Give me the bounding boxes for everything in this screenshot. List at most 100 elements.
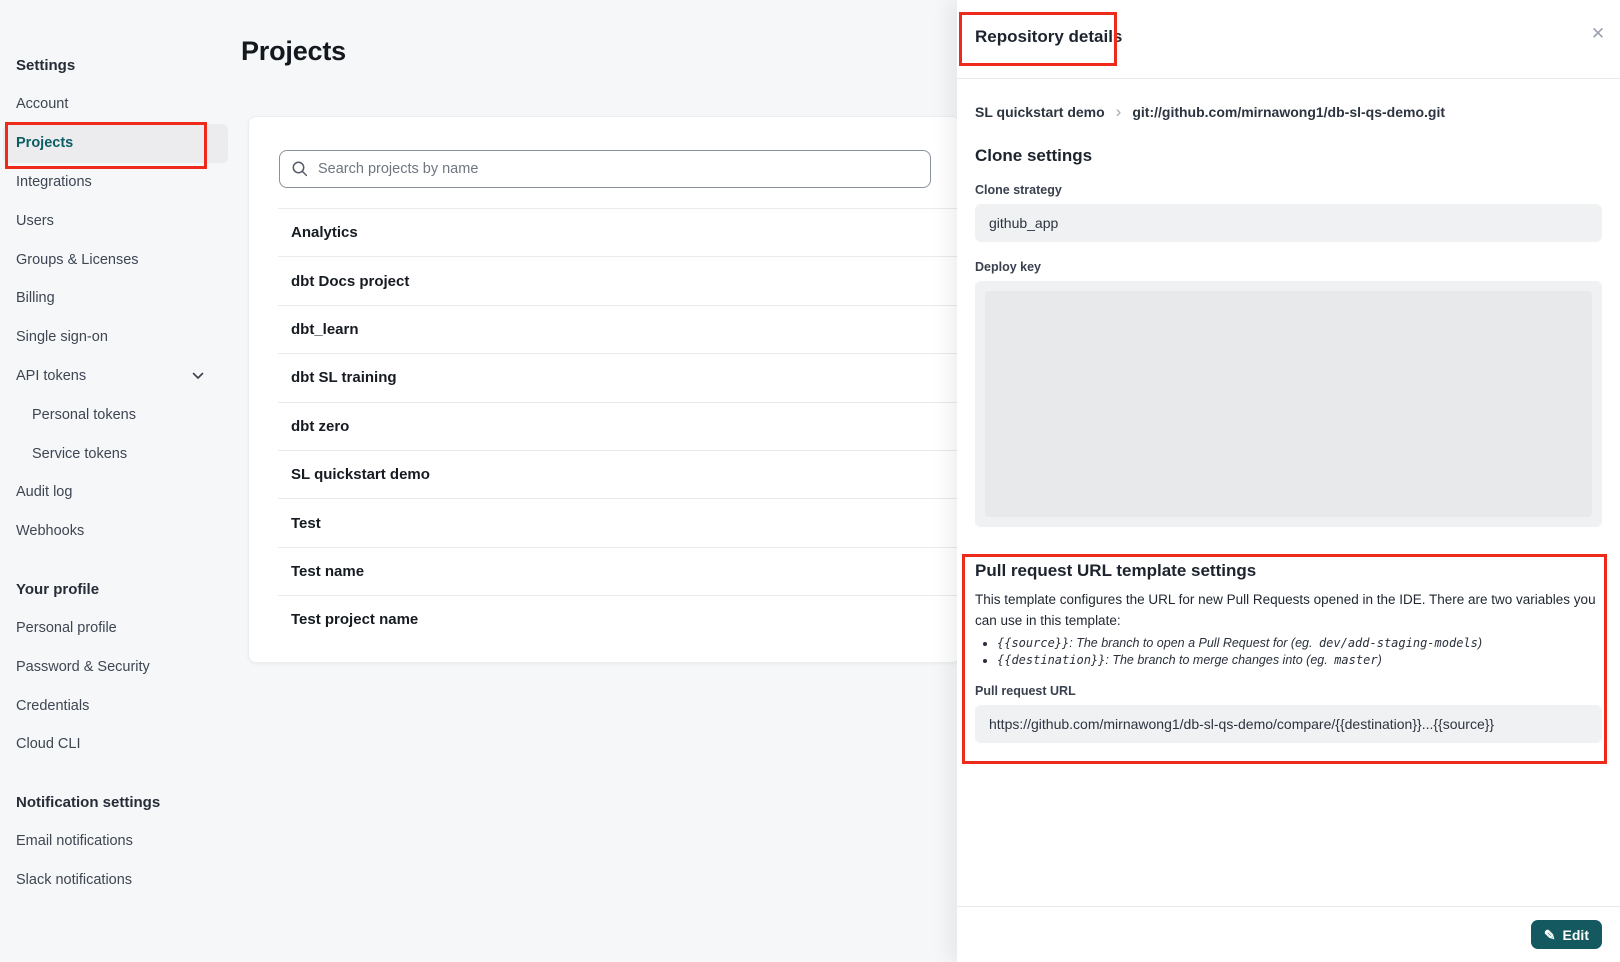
sidebar-item-label: Billing bbox=[16, 290, 55, 306]
sidebar-item-groups-licenses[interactable]: Groups & Licenses bbox=[0, 240, 236, 279]
sidebar-item-credentials[interactable]: Credentials bbox=[0, 686, 236, 725]
pr-url-label: Pull request URL bbox=[975, 684, 1602, 698]
chevron-down-icon bbox=[191, 369, 205, 383]
app-root: Settings Account Projects Integrations User… bbox=[0, 0, 1620, 962]
sidebar-item-personal-profile[interactable]: Personal profile bbox=[0, 609, 236, 648]
sidebar-item-integrations[interactable]: Integrations bbox=[0, 163, 236, 202]
sidebar-section-title-settings: Settings bbox=[0, 46, 236, 85]
deploy-key-field[interactable] bbox=[975, 281, 1602, 527]
project-row-dbt-learn[interactable]: dbt_learn bbox=[278, 305, 959, 353]
sidebar-item-label: Webhooks bbox=[16, 523, 84, 539]
sidebar-item-label: Integrations bbox=[16, 174, 92, 190]
sidebar-item-audit-log[interactable]: Audit log bbox=[0, 473, 236, 512]
panel-header: Repository details ✕ bbox=[957, 0, 1620, 79]
sidebar-item-password-security[interactable]: Password & Security bbox=[0, 647, 236, 686]
pr-variable-text: : The branch to open a Pull Request for … bbox=[1069, 636, 1316, 650]
sidebar-item-label: Service tokens bbox=[32, 446, 127, 462]
pr-variable-example: dev/add-staging-models bbox=[1319, 636, 1478, 650]
breadcrumb-repo-url: git://github.com/mirnawong1/db-sl-qs-dem… bbox=[1132, 104, 1445, 120]
sidebar-item-label: Projects bbox=[16, 135, 73, 151]
pr-template-description: This template configures the URL for new… bbox=[975, 589, 1602, 631]
project-row-test-name[interactable]: Test name bbox=[278, 547, 959, 595]
sidebar-item-label: Slack notifications bbox=[16, 872, 132, 888]
pr-variable-suffix: ) bbox=[1478, 636, 1482, 650]
sidebar-item-api-tokens[interactable]: API tokens bbox=[0, 357, 236, 396]
pencil-icon: ✎ bbox=[1544, 928, 1556, 942]
deploy-key-masked-content bbox=[985, 291, 1592, 517]
sidebar-nav: Account Projects Integrations Users Groups &… bbox=[0, 85, 236, 551]
sidebar-item-single-sign-on[interactable]: Single sign-on bbox=[0, 318, 236, 357]
sidebar-item-label: Cloud CLI bbox=[16, 736, 80, 752]
project-name: Test bbox=[291, 515, 321, 532]
pr-variable-code: {{destination}} bbox=[997, 653, 1105, 667]
project-name: dbt Docs project bbox=[291, 273, 409, 290]
sidebar-item-account[interactable]: Account bbox=[0, 85, 236, 124]
deploy-key-label: Deploy key bbox=[975, 260, 1602, 274]
panel-body: SL quickstart demo › git://github.com/mi… bbox=[957, 103, 1620, 743]
close-icon[interactable]: ✕ bbox=[1584, 20, 1612, 48]
sidebar-item-billing[interactable]: Billing bbox=[0, 279, 236, 318]
page-title: Projects bbox=[241, 36, 346, 67]
project-name: Test name bbox=[291, 563, 364, 580]
sidebar-section-title-notification-settings: Notification settings bbox=[0, 783, 236, 822]
sidebar-item-personal-tokens[interactable]: Personal tokens bbox=[0, 395, 236, 434]
sidebar-item-label: Personal tokens bbox=[32, 407, 136, 423]
repository-details-panel: Repository details ✕ SL quickstart demo … bbox=[957, 0, 1620, 962]
sidebar-item-email-notifications[interactable]: Email notifications bbox=[0, 822, 236, 861]
pr-template-heading: Pull request URL template settings bbox=[975, 561, 1602, 581]
sidebar-item-cloud-cli[interactable]: Cloud CLI bbox=[0, 725, 236, 764]
pr-variable-suffix: ) bbox=[1378, 653, 1382, 667]
project-name: dbt_learn bbox=[291, 321, 359, 338]
sidebar-item-service-tokens[interactable]: Service tokens bbox=[0, 434, 236, 473]
pr-variable-code: {{source}} bbox=[997, 636, 1069, 650]
project-row-dbt-zero[interactable]: dbt zero bbox=[278, 402, 959, 450]
project-row-sl-quickstart-demo[interactable]: SL quickstart demo bbox=[278, 450, 959, 498]
breadcrumb-project: SL quickstart demo bbox=[975, 104, 1105, 120]
pr-template-variables-list: {{source}}: The branch to open a Pull Re… bbox=[975, 635, 1602, 668]
pr-variable-item: {{destination}}: The branch to merge cha… bbox=[997, 652, 1602, 669]
sidebar-profile-nav: Personal profile Password & Security Crede… bbox=[0, 609, 236, 764]
sidebar-item-webhooks[interactable]: Webhooks bbox=[0, 512, 236, 551]
edit-button-label: Edit bbox=[1563, 927, 1589, 943]
settings-sidebar: Settings Account Projects Integrations User… bbox=[0, 0, 236, 899]
search-input[interactable] bbox=[279, 150, 931, 188]
project-row-dbt-sl-training[interactable]: dbt SL training bbox=[278, 353, 959, 401]
project-name: Test project name bbox=[291, 611, 418, 628]
sidebar-item-label: Password & Security bbox=[16, 659, 150, 675]
sidebar-item-label: Users bbox=[16, 213, 54, 229]
sidebar-item-label: Email notifications bbox=[16, 833, 133, 849]
sidebar-item-slack-notifications[interactable]: Slack notifications bbox=[0, 861, 236, 900]
sidebar-item-label: Single sign-on bbox=[16, 329, 108, 345]
breadcrumb-separator-icon: › bbox=[1116, 103, 1122, 120]
sidebar-section-title-your-profile: Your profile bbox=[0, 570, 236, 609]
project-row-dbt-docs-project[interactable]: dbt Docs project bbox=[278, 256, 959, 304]
pr-variable-text: : The branch to merge changes into (eg. bbox=[1105, 653, 1331, 667]
panel-title: Repository details bbox=[975, 27, 1122, 47]
sidebar-item-label: Credentials bbox=[16, 698, 89, 714]
sidebar-item-label: Account bbox=[16, 96, 68, 112]
clone-strategy-value: github_app bbox=[989, 215, 1058, 231]
clone-strategy-field[interactable]: github_app bbox=[975, 204, 1602, 242]
sidebar-item-users[interactable]: Users bbox=[0, 201, 236, 240]
sidebar-item-label: Audit log bbox=[16, 484, 72, 500]
sidebar-item-label: Personal profile bbox=[16, 620, 117, 636]
project-row-analytics[interactable]: Analytics bbox=[278, 208, 959, 256]
project-name: dbt SL training bbox=[291, 369, 397, 386]
sidebar-item-projects[interactable]: Projects bbox=[3, 124, 228, 163]
breadcrumb: SL quickstart demo › git://github.com/mi… bbox=[975, 103, 1602, 120]
sidebar-item-label: Groups & Licenses bbox=[16, 252, 139, 268]
project-name: SL quickstart demo bbox=[291, 466, 430, 483]
projects-card: Analytics dbt Docs project dbt_learndbt SL… bbox=[248, 116, 960, 663]
project-row-test-project-name[interactable]: Test project name bbox=[278, 595, 959, 643]
sidebar-notification-nav: Email notifications Slack notifications bbox=[0, 822, 236, 900]
pr-url-field[interactable]: https://github.com/mirnawong1/db-sl-qs-d… bbox=[975, 705, 1602, 743]
project-name: Analytics bbox=[291, 224, 358, 241]
search-field-wrap bbox=[279, 150, 931, 188]
clone-strategy-label: Clone strategy bbox=[975, 183, 1602, 197]
project-row-test[interactable]: Test bbox=[278, 498, 959, 546]
sidebar-item-label: API tokens bbox=[16, 368, 86, 384]
clone-settings-heading: Clone settings bbox=[975, 146, 1602, 166]
project-name: dbt zero bbox=[291, 418, 349, 435]
edit-button[interactable]: ✎ Edit bbox=[1531, 920, 1602, 949]
pr-url-value: https://github.com/mirnawong1/db-sl-qs-d… bbox=[989, 716, 1494, 732]
